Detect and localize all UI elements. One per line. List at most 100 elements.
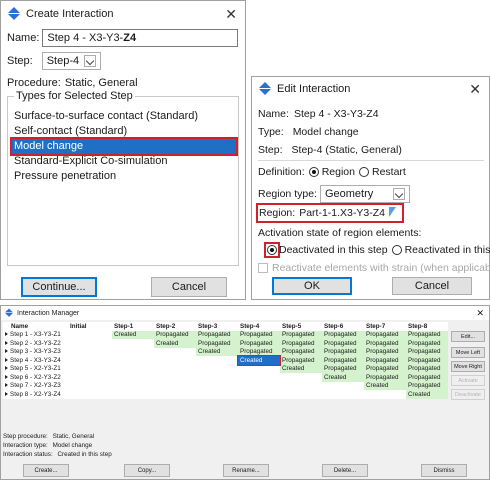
status-cell[interactable] [154, 373, 196, 382]
status-cell[interactable] [322, 382, 364, 391]
status-cell[interactable]: Propagated [154, 330, 196, 339]
status-cell[interactable]: Propagated [280, 339, 322, 348]
status-cell[interactable]: Propagated [196, 330, 238, 339]
deactivated-radio[interactable] [267, 245, 277, 255]
cancel-button[interactable]: Cancel [392, 277, 472, 295]
status-cell[interactable]: Created [280, 364, 322, 373]
reactivate-strain-checkbox[interactable] [258, 263, 268, 273]
status-cell[interactable] [154, 356, 196, 365]
status-cell[interactable]: Propagated [364, 339, 406, 348]
type-item-pressure-penetration[interactable]: Pressure penetration [12, 169, 236, 184]
type-item-surface-to-surface[interactable]: Surface-to-surface contact (Standard) [12, 109, 236, 124]
status-cell[interactable] [112, 382, 154, 391]
status-cell[interactable]: Propagated [406, 381, 448, 390]
table-row[interactable]: Step 4 - X3-Y3-Z4 Created Propagated Propag… [3, 355, 448, 366]
status-cell[interactable] [112, 356, 154, 365]
ok-button[interactable]: OK [272, 277, 352, 295]
table-row[interactable]: Step 8 - X2-Y3-Z4 Created [3, 390, 448, 399]
name-field[interactable]: Step 4 - X3-Y3- Z4 [42, 29, 239, 47]
status-cell[interactable]: Created [364, 381, 406, 390]
dismiss-button[interactable]: Dismiss [421, 464, 467, 477]
definition-restart-radio[interactable] [358, 167, 369, 177]
status-cell[interactable]: Propagated [406, 364, 448, 373]
status-cell[interactable] [68, 348, 112, 357]
select-region-cursor-icon[interactable] [388, 207, 399, 219]
status-cell[interactable]: Created [196, 347, 238, 356]
status-cell[interactable]: Propagated [406, 330, 448, 339]
table-row[interactable]: Step 1 - X3-Y3-Z1 Created Propagated Propag… [3, 330, 448, 339]
type-item-model-change[interactable]: Model change [10, 137, 238, 156]
status-cell[interactable] [112, 365, 154, 374]
status-cell[interactable] [238, 382, 280, 391]
status-cell[interactable] [280, 390, 322, 399]
move-right-button[interactable]: Move Right [451, 361, 485, 372]
status-cell[interactable] [238, 365, 280, 374]
status-cell[interactable]: Created [112, 330, 154, 339]
close-icon[interactable]: ✕ [225, 6, 237, 23]
type-item-self-contact[interactable]: Self-contact (Standard) [12, 124, 236, 139]
status-cell[interactable] [154, 365, 196, 374]
status-cell[interactable] [196, 390, 238, 399]
status-cell[interactable]: Propagated [280, 347, 322, 356]
status-cell[interactable] [364, 390, 406, 399]
deactivate-button[interactable]: Deactivate [451, 389, 485, 400]
status-cell[interactable] [68, 382, 112, 391]
status-cell[interactable] [280, 382, 322, 391]
status-cell[interactable] [196, 373, 238, 382]
status-cell[interactable]: Propagated [322, 364, 364, 373]
status-cell[interactable]: Propagated [406, 373, 448, 382]
status-cell[interactable]: Propagated [196, 339, 238, 348]
move-left-button[interactable]: Move Left [451, 347, 485, 358]
status-cell[interactable]: Propagated [238, 330, 280, 339]
region-type-select[interactable]: Geometry [319, 185, 410, 203]
status-cell[interactable] [68, 373, 112, 382]
status-cell[interactable] [196, 365, 238, 374]
status-cell[interactable] [238, 390, 280, 399]
table-row[interactable]: Step 5 - X2-Y3-Z1 Created Propagated Propag… [3, 364, 448, 374]
continue-button[interactable]: Continue... [21, 277, 97, 297]
status-cell[interactable] [68, 365, 112, 374]
status-cell[interactable]: Propagated [322, 339, 364, 348]
status-cell[interactable]: Propagated [364, 347, 406, 356]
status-cell[interactable]: Propagated [280, 330, 322, 339]
status-cell[interactable] [68, 390, 112, 399]
status-cell[interactable]: Propagated [364, 373, 406, 382]
status-cell[interactable] [112, 339, 154, 348]
activate-button[interactable]: Activate [451, 375, 485, 386]
type-item-cosimulation[interactable]: Standard-Explicit Co-simulation [12, 154, 236, 169]
status-cell[interactable] [112, 390, 154, 399]
status-cell[interactable]: Propagated [364, 364, 406, 373]
definition-region-radio[interactable] [308, 167, 319, 177]
status-cell[interactable]: Propagated [280, 356, 322, 365]
step-select[interactable]: Step-4 [41, 52, 102, 70]
status-cell[interactable] [196, 356, 238, 365]
create-button[interactable]: Create... [23, 464, 69, 477]
table-row[interactable]: Step 6 - X2-Y3-Z2 Created Propagated Propag… [3, 373, 448, 382]
status-cell[interactable]: Propagated [406, 347, 448, 356]
status-cell[interactable]: Propagated [406, 356, 448, 365]
status-cell[interactable] [112, 348, 154, 357]
status-cell[interactable]: Propagated [322, 347, 364, 356]
status-cell[interactable]: Propagated [364, 330, 406, 339]
delete-button[interactable]: Delete... [322, 464, 368, 477]
status-cell[interactable] [154, 390, 196, 399]
status-cell[interactable] [68, 339, 112, 348]
status-cell[interactable]: Propagated [364, 356, 406, 365]
status-cell[interactable] [196, 382, 238, 391]
table-row[interactable]: Step 7 - X2-Y3-Z3 Created Propagated [3, 381, 448, 391]
close-icon[interactable]: ✕ [476, 308, 484, 319]
close-icon[interactable]: ✕ [469, 81, 481, 98]
status-cell[interactable]: Propagated [238, 347, 280, 356]
status-cell[interactable]: Created [237, 355, 281, 366]
status-cell[interactable]: Propagated [406, 339, 448, 348]
edit-button[interactable]: Edit... [451, 331, 485, 342]
status-cell[interactable]: Created [322, 373, 364, 382]
cancel-button[interactable]: Cancel [151, 277, 227, 297]
status-cell[interactable]: Propagated [238, 339, 280, 348]
status-cell[interactable] [322, 390, 364, 399]
status-cell[interactable] [280, 373, 322, 382]
status-cell[interactable] [154, 382, 196, 391]
status-cell[interactable] [68, 356, 112, 365]
status-cell[interactable]: Created [154, 339, 196, 348]
status-cell[interactable]: Propagated [322, 330, 364, 339]
